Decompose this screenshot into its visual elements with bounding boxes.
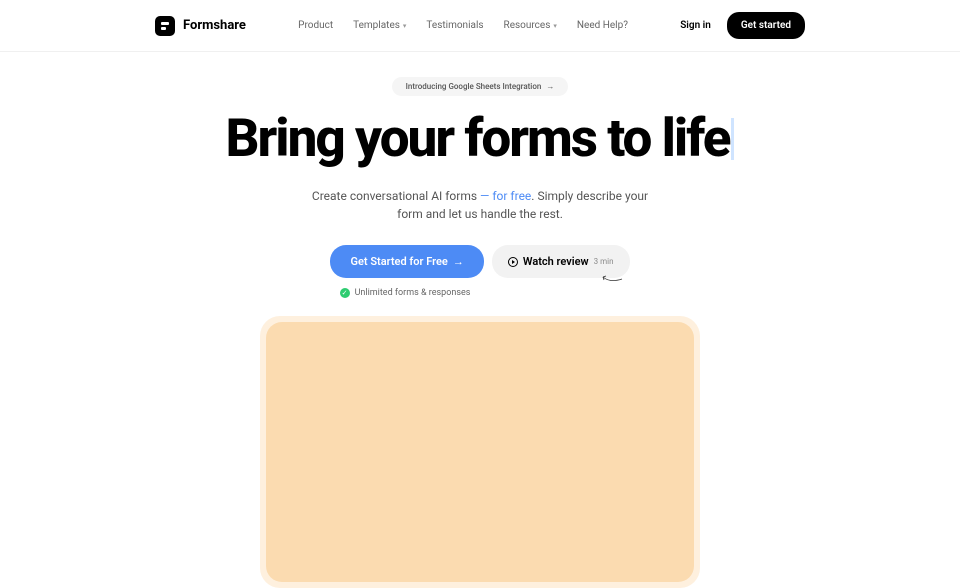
nav-product[interactable]: Product	[298, 20, 333, 31]
preview-frame	[260, 316, 700, 588]
preview-content	[266, 322, 694, 582]
nav-templates[interactable]: Templates ▾	[353, 20, 406, 31]
logo-icon	[155, 16, 175, 36]
nav-testimonials[interactable]: Testimonials	[426, 20, 483, 31]
chevron-down-icon: ▾	[403, 22, 407, 30]
hero-title: Bring your forms to life	[0, 112, 960, 165]
nav: Product Templates ▾ Testimonials Resourc…	[298, 20, 628, 31]
play-icon	[508, 257, 518, 267]
announcement-text: Introducing Google Sheets Integration	[406, 82, 542, 91]
nav-help[interactable]: Need Help?	[577, 20, 628, 31]
nav-templates-label: Templates	[353, 20, 400, 31]
logo-text: Formshare	[183, 18, 246, 33]
hero-title-text: Bring your forms to life	[226, 107, 730, 169]
nav-resources[interactable]: Resources ▾	[504, 20, 557, 31]
arrow-right-icon: →	[453, 255, 464, 268]
arrow-right-icon: →	[546, 82, 554, 91]
cta-row: Get Started for Free → Watch review 3 mi…	[0, 245, 960, 278]
feature-text: Unlimited forms & responses	[355, 288, 471, 298]
cta-secondary-label: Watch review	[523, 255, 589, 268]
logo[interactable]: Formshare	[155, 16, 246, 36]
cta-duration: 3 min	[594, 257, 614, 266]
cursor-icon	[731, 118, 734, 160]
hero: Introducing Google Sheets Integration → …	[0, 52, 960, 588]
watch-review-button[interactable]: Watch review 3 min	[492, 245, 630, 278]
feature-line: ✓ Unlimited forms & responses	[0, 288, 960, 298]
subtitle-highlight: — for free	[480, 189, 531, 203]
check-icon: ✓	[340, 288, 350, 298]
cta-primary-label: Get Started for Free	[350, 255, 447, 268]
signin-link[interactable]: Sign in	[680, 20, 711, 31]
chevron-down-icon: ▾	[553, 22, 557, 30]
get-started-free-button[interactable]: Get Started for Free →	[330, 245, 483, 278]
get-started-button[interactable]: Get started	[727, 12, 805, 39]
nav-resources-label: Resources	[504, 20, 551, 31]
arrow-squiggle-icon	[602, 275, 624, 285]
subtitle-pre: Create conversational AI forms	[312, 189, 480, 203]
header: Formshare Product Templates ▾ Testimonia…	[0, 0, 960, 52]
announcement-badge[interactable]: Introducing Google Sheets Integration →	[392, 77, 569, 96]
header-actions: Sign in Get started	[680, 12, 805, 39]
hero-subtitle: Create conversational AI forms — for fre…	[310, 187, 650, 223]
